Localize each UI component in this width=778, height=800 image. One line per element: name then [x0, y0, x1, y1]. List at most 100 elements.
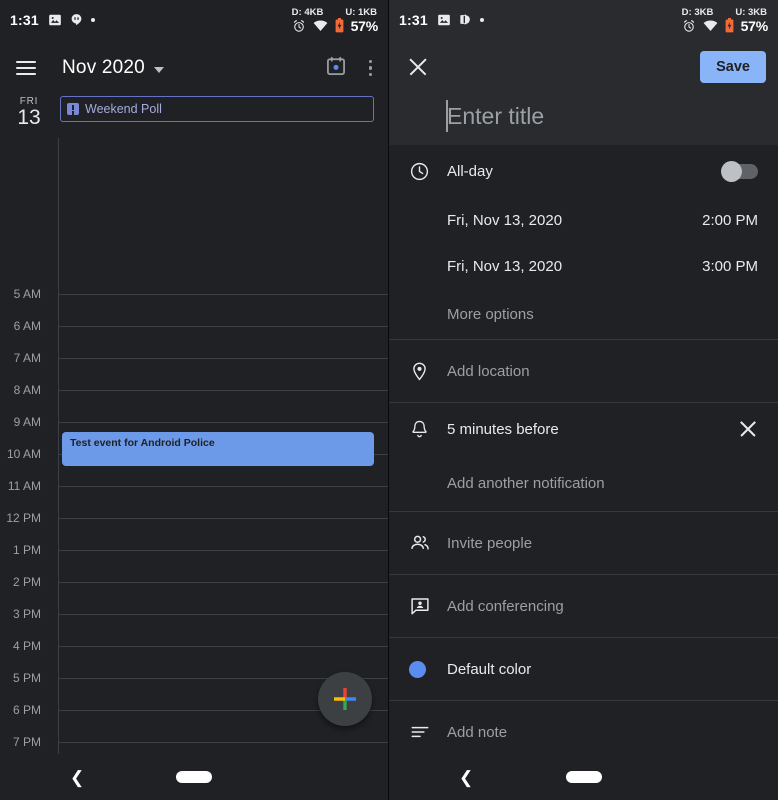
color-dot-icon [409, 660, 447, 678]
dot-icon [90, 17, 95, 22]
all-day-label: All-day [447, 162, 493, 180]
location-pin-icon [409, 361, 447, 382]
hour-gridline [58, 294, 388, 295]
hour-label: 5 PM [12, 671, 41, 685]
dual-screenshot: 1:31 D: 4KB U: 1KB 57% Nov 2020 FRI 13 W… [0, 0, 778, 800]
home-pill-icon[interactable] [565, 771, 602, 783]
hour-label: 12 PM [6, 511, 41, 525]
overflow-menu-icon[interactable] [367, 58, 375, 79]
notification-row[interactable]: 5 minutes before [389, 403, 778, 455]
clock-icon [409, 161, 447, 182]
bell-icon [409, 419, 447, 440]
hour-label: 10 AM [6, 447, 41, 461]
default-color-row[interactable]: Default color [389, 638, 778, 700]
status-data-usage: D: 4KB U: 1KB [292, 8, 378, 18]
add-location-label: Add location [447, 362, 530, 380]
hour-label: 9 AM [13, 415, 41, 429]
editor-action-bar: Save [389, 42, 778, 92]
dot-icon [479, 17, 484, 22]
start-date[interactable]: Fri, Nov 13, 2020 [447, 212, 562, 229]
close-icon[interactable] [407, 56, 429, 78]
battery-percent: 57% [740, 17, 769, 34]
hour-gridline [58, 390, 388, 391]
hour-label: 11 AM [7, 479, 41, 493]
wifi-icon [313, 20, 327, 31]
hour-label: 7 PM [12, 735, 41, 749]
home-pill-icon[interactable] [176, 771, 212, 783]
calendar-event[interactable]: Test event for Android Police [62, 432, 374, 466]
all-day-toggle[interactable] [721, 160, 758, 182]
schedule-section: All-day Fri, Nov 13, 2020 2:00 PM Fri, N… [389, 145, 778, 340]
calendar-toolbar: Nov 2020 [0, 42, 388, 94]
all-day-event-chip[interactable]: Weekend Poll [60, 96, 374, 122]
add-notification-row[interactable]: Add another notification [389, 455, 778, 511]
add-conferencing-row[interactable]: Add conferencing [389, 575, 778, 637]
system-navbar-left: ❮ [0, 754, 388, 800]
location-section: Add location [389, 340, 778, 403]
toggle-knob [721, 160, 742, 182]
day-column[interactable]: FRI 13 [0, 94, 58, 130]
event-title-field[interactable]: Enter title [389, 92, 778, 140]
status-clock: 1:31 [10, 11, 39, 28]
all-day-event-title: Weekend Poll [85, 102, 162, 116]
conferencing-section: Add conferencing [389, 575, 778, 638]
invite-people-row[interactable]: Invite people [389, 512, 778, 574]
page-title[interactable]: Nov 2020 [62, 57, 145, 79]
save-button[interactable]: Save [700, 51, 766, 83]
contrast-icon [460, 14, 470, 25]
people-icon [409, 532, 447, 554]
hour-gridline [58, 742, 388, 743]
hour-label: 6 PM [12, 703, 41, 717]
all-day-row[interactable]: All-day [389, 145, 778, 197]
end-datetime-row[interactable]: Fri, Nov 13, 2020 3:00 PM [389, 243, 778, 289]
calendar-today-icon[interactable] [325, 55, 347, 82]
hour-label: 4 PM [12, 639, 41, 653]
hour-gridline [58, 550, 388, 551]
hangouts-icon [71, 14, 82, 26]
download-rate: D: 4KB [291, 6, 324, 18]
start-time[interactable]: 2:00 PM [702, 212, 758, 229]
upload-rate: U: 1KB [345, 6, 377, 18]
hour-gridline [58, 326, 388, 327]
system-navbar-right: ❮ [389, 754, 778, 800]
hour-label: 8 AM [13, 383, 41, 397]
status-notification-icons [48, 13, 95, 27]
chevron-down-icon[interactable] [153, 67, 164, 73]
end-time[interactable]: 3:00 PM [702, 258, 758, 275]
battery-percent: 57% [350, 17, 379, 34]
create-event-fab[interactable] [318, 672, 372, 726]
alarm-icon [683, 19, 694, 32]
back-chevron-icon[interactable]: ❮ [459, 769, 473, 786]
start-datetime-row[interactable]: Fri, Nov 13, 2020 2:00 PM [389, 197, 778, 243]
end-date[interactable]: Fri, Nov 13, 2020 [447, 258, 562, 275]
hamburger-icon[interactable] [16, 61, 36, 75]
hour-label: 3 PM [12, 607, 41, 621]
hour-label: 5 AM [13, 287, 41, 301]
more-options-label: More options [447, 305, 534, 323]
hour-gridline [58, 582, 388, 583]
grid-gutter-divider [58, 138, 59, 754]
video-conference-icon [409, 595, 447, 617]
color-section: Default color [389, 638, 778, 701]
image-icon [437, 14, 450, 25]
hour-label: 2 PM [12, 575, 41, 589]
hour-label: 7 AM [13, 351, 41, 365]
status-right-group: D: 4KB U: 1KB 57% [292, 8, 379, 34]
upload-rate: U: 3KB [735, 6, 767, 18]
google-plus-icon [334, 688, 356, 710]
add-notification-label: Add another notification [447, 474, 605, 492]
status-system-icons: 57% [682, 18, 768, 33]
invite-section: Invite people [389, 512, 778, 575]
image-icon [48, 14, 61, 25]
hour-gridline [58, 358, 388, 359]
hour-label: 6 AM [13, 319, 41, 333]
add-location-row[interactable]: Add location [389, 340, 778, 402]
status-data-usage: D: 3KB U: 3KB [682, 8, 768, 18]
back-chevron-icon[interactable]: ❮ [70, 769, 84, 786]
status-bar-right: 1:31 D: 3KB U: 3KB 57% [389, 0, 778, 42]
more-options-row[interactable]: More options [389, 289, 778, 339]
remove-notification-icon[interactable] [738, 419, 758, 439]
day-grid[interactable]: 5 AM 6 AM 7 AM 8 AM 9 AM 10 AM 11 AM 12 … [0, 138, 388, 754]
hour-gridline [58, 422, 388, 423]
add-note-label: Add note [447, 723, 508, 741]
